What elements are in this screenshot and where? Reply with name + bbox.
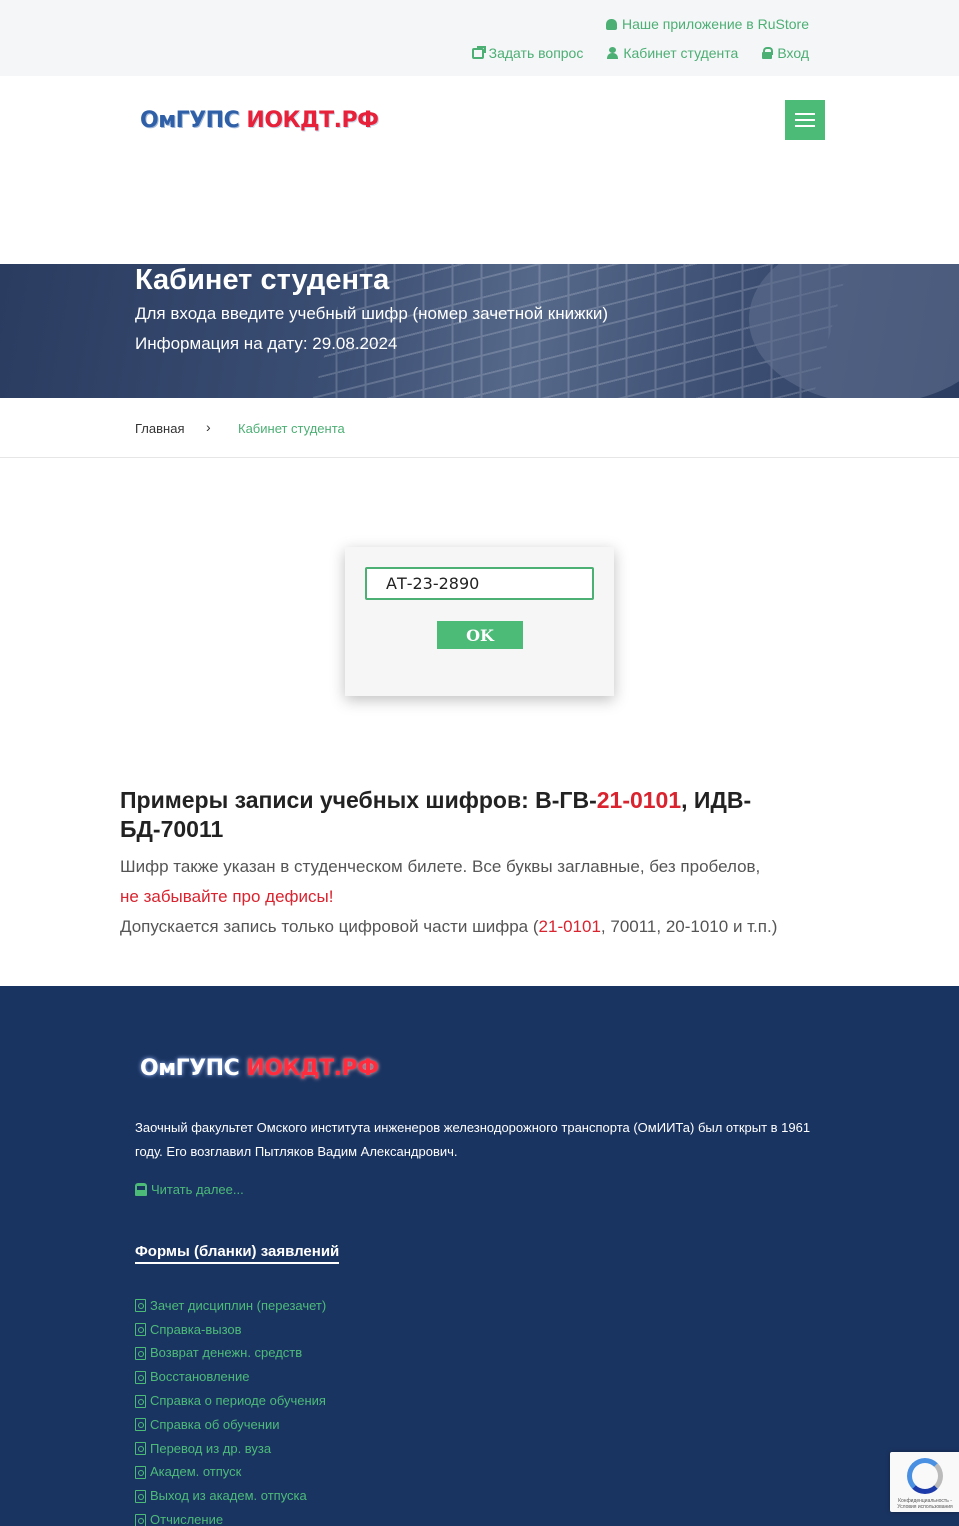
footer-about-text: Заочный факультет Омского института инже… bbox=[135, 1120, 811, 1159]
login-label: Вход bbox=[777, 45, 809, 61]
lock-icon bbox=[762, 47, 774, 59]
hamburger-icon-bar bbox=[795, 113, 815, 115]
share-icon bbox=[471, 45, 486, 59]
menu-toggle-button[interactable] bbox=[785, 100, 825, 140]
page-subtitle: Для входа введите учебный шифр (номер за… bbox=[135, 304, 609, 323]
train-icon bbox=[135, 1183, 147, 1196]
cipher-login-form: OK bbox=[345, 547, 614, 696]
examples-heading-highlight: 21-0101 bbox=[596, 787, 682, 813]
form-link-label: Справка о периоде обучения bbox=[150, 1393, 326, 1409]
examples-heading-prefix: Примеры записи учебных шифров: В-ГВ- bbox=[120, 787, 597, 813]
form-link-leave-return[interactable]: Выход из академ. отпуска bbox=[135, 1484, 326, 1508]
top-bar: Наше приложение в RuStore Задать вопрос … bbox=[0, 0, 959, 76]
pdf-icon bbox=[135, 1489, 146, 1503]
form-link-refund[interactable]: Возврат денежн. средств bbox=[135, 1342, 326, 1366]
pdf-icon bbox=[135, 1465, 146, 1479]
rustore-app-link[interactable]: Наше приложение в RuStore bbox=[605, 16, 809, 32]
cipher-input[interactable] bbox=[365, 567, 594, 600]
pdf-icon bbox=[135, 1513, 146, 1526]
recaptcha-badge[interactable]: Конфиденциальность - Условия использован… bbox=[890, 1452, 959, 1512]
forms-list: Зачет дисциплин (перезачет) Справка-вызо… bbox=[135, 1294, 326, 1526]
footer-logo-part-omgups: ОмГУПС bbox=[140, 1056, 240, 1081]
form-link-label: Справка-вызов bbox=[150, 1321, 242, 1337]
examples-digits-note: Допускается запись только цифровой части… bbox=[120, 912, 780, 942]
student-cabinet-link[interactable]: Кабинет студента bbox=[607, 45, 738, 61]
breadcrumb: Главная › Кабинет студента bbox=[0, 398, 959, 458]
form-link-label: Зачет дисциплин (перезачет) bbox=[150, 1297, 327, 1313]
form-link-study-period[interactable]: Справка о периоде обучения bbox=[135, 1389, 326, 1413]
hamburger-icon-bar bbox=[795, 119, 815, 121]
form-link-label: Восстановление bbox=[150, 1369, 250, 1385]
android-icon bbox=[605, 18, 617, 30]
forms-heading: Формы (бланки) заявлений bbox=[135, 1243, 340, 1264]
form-link-label: Выход из академ. отпуска bbox=[150, 1488, 307, 1504]
form-link-academic-leave[interactable]: Академ. отпуск bbox=[135, 1461, 326, 1485]
date-info: Информация на дату: 29.08.2024 bbox=[135, 334, 398, 353]
cipher-examples: Примеры записи учебных шифров: В-ГВ-21-0… bbox=[120, 786, 780, 942]
breadcrumb-separator-icon: › bbox=[206, 419, 211, 435]
examples-note: Шифр также указан в студенческом билете.… bbox=[120, 852, 780, 912]
form-link-transfer[interactable]: Перевод из др. вуза bbox=[135, 1437, 326, 1461]
pdf-icon bbox=[135, 1394, 146, 1408]
form-link-label: Возврат денежн. средств bbox=[150, 1345, 303, 1361]
student-cabinet-label: Кабинет студента bbox=[623, 45, 739, 61]
logo-part-iokdt: ИОКДТ.РФ bbox=[246, 108, 379, 133]
footer-logo-part-iokdt: ИОКДТ.РФ bbox=[246, 1056, 379, 1081]
digits-note-prefix: Допускается запись только цифровой части… bbox=[120, 917, 539, 936]
recaptcha-icon bbox=[907, 1458, 943, 1494]
pdf-icon bbox=[135, 1323, 146, 1337]
ask-question-label: Задать вопрос bbox=[488, 45, 584, 61]
rustore-app-label: Наше приложение в RuStore bbox=[621, 16, 809, 32]
breadcrumb-current: Кабинет студента bbox=[238, 421, 345, 436]
form-link-study-certificate[interactable]: Справка об обучении bbox=[135, 1413, 326, 1437]
pdf-icon bbox=[135, 1346, 146, 1360]
pdf-icon bbox=[135, 1299, 146, 1313]
ask-question-link[interactable]: Задать вопрос bbox=[471, 45, 584, 61]
site-logo[interactable]: ОмГУПС ИОКДТ.РФ bbox=[140, 108, 379, 133]
examples-note-text: Шифр также указан в студенческом билете.… bbox=[120, 857, 761, 876]
footer: ОмГУПС ИОКДТ.РФ Заочный факультет Омског… bbox=[0, 986, 959, 1526]
page-title: Кабинет студента bbox=[135, 264, 390, 296]
digits-note-highlight: 21-0101 bbox=[538, 917, 601, 936]
read-more-label: Читать далее... bbox=[151, 1182, 244, 1197]
form-link-reinstatement[interactable]: Восстановление bbox=[135, 1365, 326, 1389]
examples-note-warning: не забывайте про дефисы! bbox=[120, 887, 334, 906]
hamburger-icon-bar bbox=[795, 125, 815, 127]
pdf-icon bbox=[135, 1370, 146, 1384]
recaptcha-text: Конфиденциальность - Условия использован… bbox=[897, 1498, 953, 1510]
ok-button[interactable]: OK bbox=[437, 621, 523, 649]
form-link-credit-transfer[interactable]: Зачет дисциплин (перезачет) bbox=[135, 1294, 326, 1318]
form-link-label: Справка об обучении bbox=[150, 1416, 280, 1432]
form-link-expulsion[interactable]: Отчисление bbox=[135, 1508, 326, 1526]
logo-part-omgups: ОмГУПС bbox=[140, 108, 240, 133]
hero-banner: Кабинет студента Для входа введите учебн… bbox=[0, 264, 959, 398]
breadcrumb-home-link[interactable]: Главная bbox=[135, 421, 184, 436]
form-link-label: Перевод из др. вуза bbox=[150, 1440, 272, 1456]
login-link[interactable]: Вход bbox=[762, 45, 809, 61]
user-icon bbox=[607, 47, 619, 59]
examples-heading: Примеры записи учебных шифров: В-ГВ-21-0… bbox=[120, 786, 780, 844]
pdf-icon bbox=[135, 1418, 146, 1432]
footer-logo[interactable]: ОмГУПС ИОКДТ.РФ bbox=[140, 1056, 379, 1081]
form-link-summons[interactable]: Справка-вызов bbox=[135, 1318, 326, 1342]
read-more-link[interactable]: Читать далее... bbox=[135, 1182, 244, 1197]
form-link-label: Отчисление bbox=[150, 1512, 224, 1526]
form-link-label: Академ. отпуск bbox=[150, 1464, 242, 1480]
digits-note-suffix: , 70011, 20-1010 и т.п.) bbox=[600, 917, 778, 936]
pdf-icon bbox=[135, 1442, 146, 1456]
